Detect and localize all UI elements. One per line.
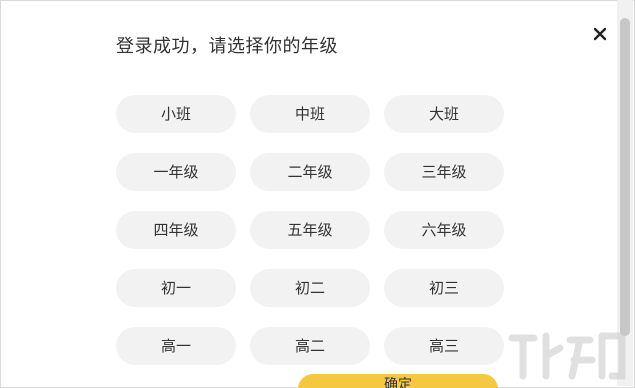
grade-option[interactable]: 高三 xyxy=(384,327,504,365)
grade-option[interactable]: 初三 xyxy=(384,269,504,307)
close-button[interactable] xyxy=(588,22,612,46)
grade-option[interactable]: 二年级 xyxy=(250,153,370,191)
grade-option[interactable]: 六年级 xyxy=(384,211,504,249)
close-icon xyxy=(593,27,607,41)
grade-options: 小班 中班 大班 一年级 二年级 三年级 四年级 五年级 六年级 初一 初二 初… xyxy=(116,95,504,365)
grade-option[interactable]: 初二 xyxy=(250,269,370,307)
grade-option[interactable]: 高二 xyxy=(250,327,370,365)
grade-option[interactable]: 小班 xyxy=(116,95,236,133)
dialog-title: 登录成功，请选择你的年级 xyxy=(116,36,338,57)
grade-option[interactable]: 三年级 xyxy=(384,153,504,191)
grade-option[interactable]: 大班 xyxy=(384,95,504,133)
grade-option[interactable]: 高一 xyxy=(116,327,236,365)
grade-option[interactable]: 一年级 xyxy=(116,153,236,191)
grade-option[interactable]: 四年级 xyxy=(116,211,236,249)
confirm-button[interactable]: 确定 xyxy=(298,374,498,388)
grade-option[interactable]: 五年级 xyxy=(250,211,370,249)
grade-option[interactable]: 中班 xyxy=(250,95,370,133)
grade-select-dialog: 登录成功，请选择你的年级 小班 中班 大班 一年级 二年级 三年级 四年级 五年… xyxy=(0,0,617,388)
scrollbar-thumb[interactable] xyxy=(620,18,630,336)
grade-option[interactable]: 初一 xyxy=(116,269,236,307)
